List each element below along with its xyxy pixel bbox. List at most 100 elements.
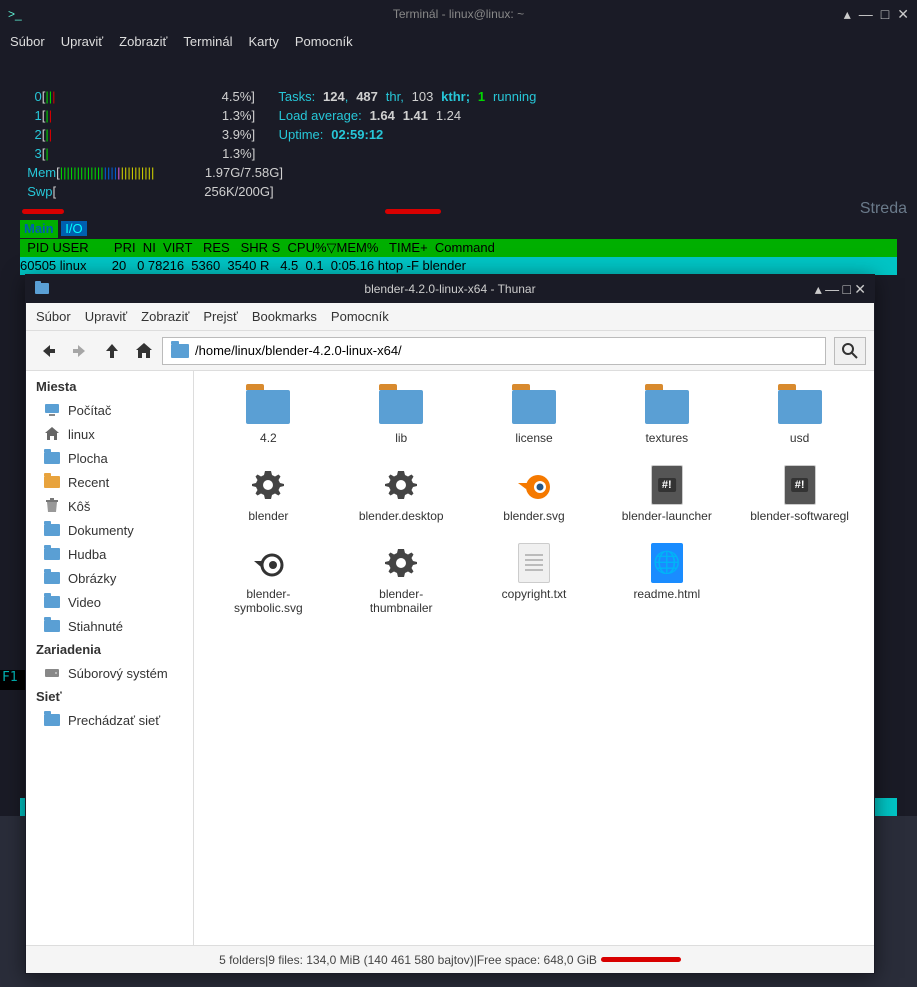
- home-button[interactable]: [130, 337, 158, 365]
- menu-pomocnik[interactable]: Pomocník: [331, 309, 389, 324]
- disk-icon: [44, 665, 60, 681]
- sep: ,: [345, 89, 349, 104]
- sidebar-item-prechádzať-sieť[interactable]: Prechádzať sieť: [26, 708, 193, 732]
- sidebar-item-recent[interactable]: Recent: [26, 470, 193, 494]
- file-license[interactable]: license: [470, 381, 599, 451]
- menu-karty[interactable]: Karty: [249, 34, 279, 49]
- cpu3-pct: 1.3%: [222, 146, 252, 161]
- blender-mono-icon: [244, 543, 292, 583]
- up-button[interactable]: ▴: [844, 6, 851, 23]
- file-copyright-txt[interactable]: copyright.txt: [470, 537, 599, 621]
- gear-icon: [377, 543, 425, 583]
- thunar-main[interactable]: 4.2lib license textures usd blenderblender.d…: [194, 371, 874, 945]
- file-blender-launcher[interactable]: #!blender-launcher: [602, 459, 731, 529]
- file-blender-softwaregl[interactable]: #!blender-softwaregl: [735, 459, 864, 529]
- sidebar-item-label: Súborový systém: [68, 666, 168, 681]
- file-blender-svg[interactable]: blender.svg: [470, 459, 599, 529]
- load2: 1.41: [403, 108, 428, 123]
- file-4-2[interactable]: 4.2: [204, 381, 333, 451]
- folder-icon: [377, 387, 425, 427]
- sidebar-item-obrázky[interactable]: Obrázky: [26, 566, 193, 590]
- menu-upravit[interactable]: Upraviť: [85, 309, 127, 324]
- sidebar-item-kôš[interactable]: Kôš: [26, 494, 193, 518]
- file-label: license: [515, 431, 552, 445]
- file-label: blender-softwaregl: [750, 509, 849, 523]
- menu-subor[interactable]: Súbor: [10, 34, 45, 49]
- kthr-label: kthr;: [441, 89, 470, 104]
- sidebar-item-súborový-systém[interactable]: Súborový systém: [26, 661, 193, 685]
- terminal-window-controls: ▴ — □ ✕: [844, 6, 909, 23]
- tasks-value: 124: [323, 89, 345, 104]
- load3: 1.24: [436, 108, 461, 123]
- file-lib[interactable]: lib: [337, 381, 466, 451]
- menu-zobrazit[interactable]: Zobraziť: [141, 309, 189, 324]
- close-button[interactable]: ✕: [854, 281, 866, 297]
- mem-value: 1.97G/7.58G: [205, 165, 279, 180]
- close-button[interactable]: ✕: [897, 6, 909, 23]
- sidebar-item-label: Dokumenty: [68, 523, 134, 538]
- sidebar-item-video[interactable]: Video: [26, 590, 193, 614]
- maximize-button[interactable]: □: [881, 6, 889, 23]
- thunar-titlebar: blender-4.2.0-linux-x64 - Thunar ▴ — □ ✕: [26, 275, 874, 303]
- up-button[interactable]: ▴: [815, 281, 822, 297]
- thunar-menubar: Súbor Upraviť Zobraziť Prejsť Bookmarks …: [26, 303, 874, 331]
- menu-zobrazit[interactable]: Zobraziť: [119, 34, 167, 49]
- network-heading: Sieť: [26, 685, 193, 708]
- sidebar-item-label: Obrázky: [68, 571, 116, 586]
- sidebar-item-počítač[interactable]: Počítač: [26, 398, 193, 422]
- minimize-button[interactable]: —: [825, 281, 839, 297]
- sidebar-item-label: linux: [68, 427, 95, 442]
- file-blender-desktop[interactable]: blender.desktop: [337, 459, 466, 529]
- cpu0-id: 0: [34, 89, 41, 104]
- sidebar-item-plocha[interactable]: Plocha: [26, 446, 193, 470]
- sidebar-item-label: Kôš: [68, 499, 90, 514]
- file-readme-html[interactable]: 🌐readme.html: [602, 537, 731, 621]
- thunar-window: blender-4.2.0-linux-x64 - Thunar ▴ — □ ✕…: [25, 274, 875, 974]
- menu-subor[interactable]: Súbor: [36, 309, 71, 324]
- gear-icon: [244, 465, 292, 505]
- home-icon: [44, 426, 60, 442]
- tab-main[interactable]: Main: [20, 220, 58, 238]
- back-button[interactable]: [34, 337, 62, 365]
- file-label: blender-thumbnailer: [351, 587, 451, 615]
- file-blender-thumbnailer[interactable]: blender-thumbnailer: [337, 537, 466, 621]
- menu-prejst[interactable]: Prejsť: [203, 309, 238, 324]
- mem-label: Mem: [27, 165, 56, 180]
- cpu3-id: 3: [34, 146, 41, 161]
- devices-heading: Zariadenia: [26, 638, 193, 661]
- thunar-statusbar: 5 folders | 9 files: 134,0 MiB (140 461 …: [26, 945, 874, 973]
- sidebar-item-label: Plocha: [68, 451, 108, 466]
- up-button[interactable]: [98, 337, 126, 365]
- sidebar-item-stiahnuté[interactable]: Stiahnuté: [26, 614, 193, 638]
- file-label: readme.html: [633, 587, 700, 601]
- file-label: blender-symbolic.svg: [218, 587, 318, 615]
- menu-upravit[interactable]: Upraviť: [61, 34, 103, 49]
- menu-terminal[interactable]: Terminál: [183, 34, 232, 49]
- status-files: 9 files: 134,0 MiB (140 461 580 bajtov): [268, 953, 473, 967]
- path-text: /home/linux/blender-4.2.0-linux-x64/: [195, 343, 402, 358]
- path-input[interactable]: /home/linux/blender-4.2.0-linux-x64/: [162, 337, 826, 365]
- file-label: textures: [645, 431, 688, 445]
- sidebar-item-hudba[interactable]: Hudba: [26, 542, 193, 566]
- sidebar-item-dokumenty[interactable]: Dokumenty: [26, 518, 193, 542]
- thunar-toolbar: /home/linux/blender-4.2.0-linux-x64/: [26, 331, 874, 371]
- file-label: blender.svg: [503, 509, 564, 523]
- search-button[interactable]: [834, 337, 866, 365]
- sidebar-item-linux[interactable]: linux: [26, 422, 193, 446]
- file-textures[interactable]: textures: [602, 381, 731, 451]
- file-blender-symbolic-svg[interactable]: blender-symbolic.svg: [204, 537, 333, 621]
- kthr-value: 103: [412, 89, 434, 104]
- minimize-button[interactable]: —: [859, 6, 873, 23]
- thr-value: 487: [356, 89, 378, 104]
- text-icon: [510, 543, 558, 583]
- menu-bookmarks[interactable]: Bookmarks: [252, 309, 317, 324]
- forward-button[interactable]: [66, 337, 94, 365]
- file-usd[interactable]: usd: [735, 381, 864, 451]
- file-blender[interactable]: blender: [204, 459, 333, 529]
- desktop-day: Streda: [860, 200, 907, 218]
- folder-cyan-icon: [44, 546, 60, 562]
- thunar-app-icon: [34, 280, 50, 299]
- menu-pomocnik[interactable]: Pomocník: [295, 34, 353, 49]
- maximize-button[interactable]: □: [842, 281, 850, 297]
- tab-io[interactable]: I/O: [61, 221, 86, 236]
